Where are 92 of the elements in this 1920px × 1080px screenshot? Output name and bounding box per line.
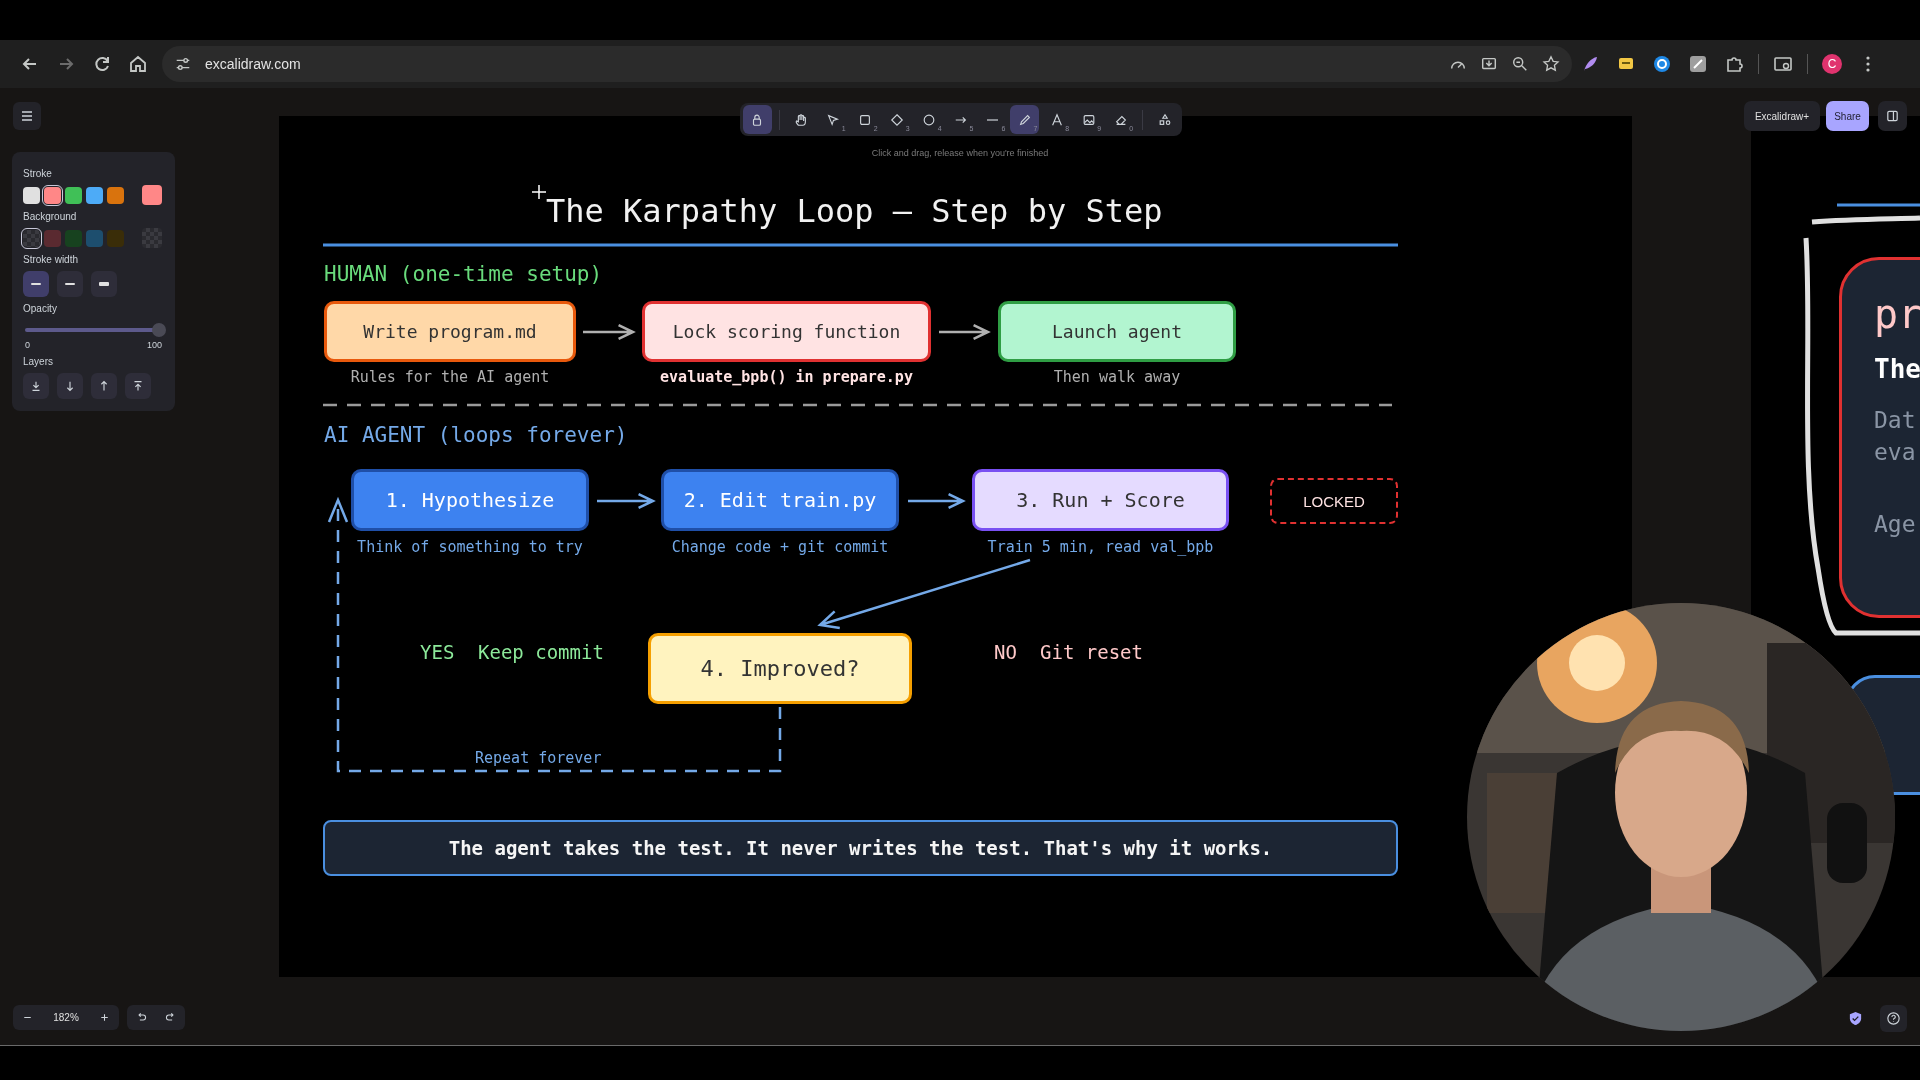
select-icon — [826, 112, 841, 127]
card-text: Age — [1874, 510, 1917, 539]
color-swatch[interactable] — [44, 229, 61, 247]
slider-max: 100 — [146, 340, 162, 350]
url-text: excalidraw.com — [205, 56, 301, 72]
menu-icon — [19, 108, 35, 124]
reload-icon[interactable] — [92, 54, 112, 74]
arrow — [595, 492, 656, 510]
step-box: Write program.md — [324, 301, 576, 362]
line-icon — [987, 118, 999, 121]
step-box: 3. Run + Score — [972, 469, 1229, 531]
lock-tool[interactable] — [743, 105, 772, 134]
question-icon — [1886, 1011, 1901, 1026]
color-swatch[interactable] — [65, 186, 82, 204]
panel-label: Background — [23, 211, 78, 222]
sidebar-icon — [1885, 108, 1900, 124]
yes-action: Keep commit — [478, 641, 604, 663]
sidebar-toggle-button[interactable] — [1878, 101, 1907, 131]
slider-min: 0 — [25, 340, 30, 350]
current-color-swatch[interactable] — [142, 185, 162, 205]
arrow — [581, 323, 636, 341]
share-button[interactable]: Share — [1826, 101, 1869, 131]
diamond-icon — [890, 112, 905, 127]
step-caption: Rules for the AI agent — [349, 368, 551, 386]
arrow — [937, 323, 991, 341]
card-text: eva — [1874, 438, 1917, 467]
star-icon[interactable] — [1542, 55, 1560, 73]
library-icon — [1157, 112, 1172, 127]
pen-square-icon[interactable] — [1688, 54, 1708, 74]
hand-icon — [794, 112, 809, 127]
tool-hint: Click and drag, release when you're finished — [870, 148, 1050, 158]
no-label: NO — [994, 641, 1017, 663]
diagram-title: The Karpathy Loop — Step by Step — [546, 192, 1163, 230]
color-swatch[interactable] — [65, 229, 82, 247]
site-info-icon[interactable] — [174, 55, 192, 73]
send-to-back-button[interactable] — [23, 373, 49, 399]
color-swatch[interactable] — [107, 186, 124, 204]
card-text: Dat — [1874, 406, 1917, 435]
summary-banner: The agent takes the test. It never writes the test. That's why it works. — [323, 820, 1398, 876]
step-caption: Train 5 min, read val_bpb — [986, 538, 1215, 556]
color-swatch[interactable] — [23, 186, 40, 204]
step-caption: Think of something to try — [356, 538, 584, 556]
decision-box: 4. Improved? — [648, 633, 912, 704]
puzzle-icon[interactable] — [1724, 54, 1744, 74]
profile-avatar[interactable]: C — [1822, 54, 1842, 74]
step-caption: Change code + git commit — [670, 538, 890, 556]
send-backward-button[interactable] — [57, 373, 83, 399]
text-icon — [1049, 112, 1064, 127]
section-heading: HUMAN (one-time setup) — [324, 262, 603, 286]
color-swatch[interactable] — [23, 229, 40, 247]
circle-icon[interactable] — [1652, 54, 1672, 74]
rectangle-icon — [858, 112, 873, 127]
bring-forward-button[interactable] — [91, 373, 117, 399]
no-action: Git reset — [1040, 641, 1143, 663]
tab-search-icon[interactable] — [1773, 54, 1793, 74]
card-heading: The — [1874, 354, 1920, 384]
panel-label: Stroke — [23, 168, 53, 179]
step-caption: evaluate_bpb() in prepare.py — [659, 368, 914, 386]
crosshair-cursor — [531, 184, 547, 200]
step-box: 1. Hypothesize — [351, 469, 589, 531]
color-swatch[interactable] — [107, 229, 124, 247]
loop-label: Repeat forever — [475, 749, 602, 767]
panel-label: Opacity — [23, 303, 58, 314]
step-box: Launch agent — [998, 301, 1236, 362]
home-icon[interactable] — [128, 54, 148, 74]
color-swatch[interactable] — [86, 229, 103, 247]
stroke-width-button[interactable] — [57, 271, 83, 297]
panel-label: Layers — [23, 356, 54, 367]
locked-tag: LOCKED — [1270, 478, 1398, 524]
image-icon — [1081, 112, 1096, 127]
stroke-width-button[interactable] — [91, 271, 117, 297]
pencil-icon — [1017, 112, 1032, 127]
address-field[interactable]: excalidraw.com — [162, 46, 1572, 82]
section-heading: AI AGENT (loops forever) — [324, 423, 628, 447]
upgrade-button[interactable]: Excalidraw+ — [1744, 101, 1820, 131]
slider-thumb[interactable] — [152, 323, 166, 337]
shield-icon[interactable] — [1848, 1011, 1863, 1026]
menu-button[interactable] — [13, 102, 41, 130]
zoom-icon[interactable] — [1511, 55, 1529, 73]
yes-label: YES — [420, 641, 455, 663]
help-button[interactable] — [1880, 1005, 1907, 1032]
ellipse-icon — [922, 112, 937, 127]
step-caption: Then walk away — [1052, 368, 1182, 386]
step-box: 2. Edit train.py — [661, 469, 899, 531]
panel-label: Stroke width — [23, 254, 80, 265]
arrow — [906, 492, 966, 510]
bring-to-front-button[interactable] — [125, 373, 151, 399]
stroke-width-button[interactable] — [23, 271, 49, 297]
color-swatch[interactable] — [44, 186, 61, 204]
step-box: Lock scoring function — [642, 301, 931, 362]
plus-icon — [98, 1011, 111, 1024]
color-swatch[interactable] — [86, 186, 103, 204]
